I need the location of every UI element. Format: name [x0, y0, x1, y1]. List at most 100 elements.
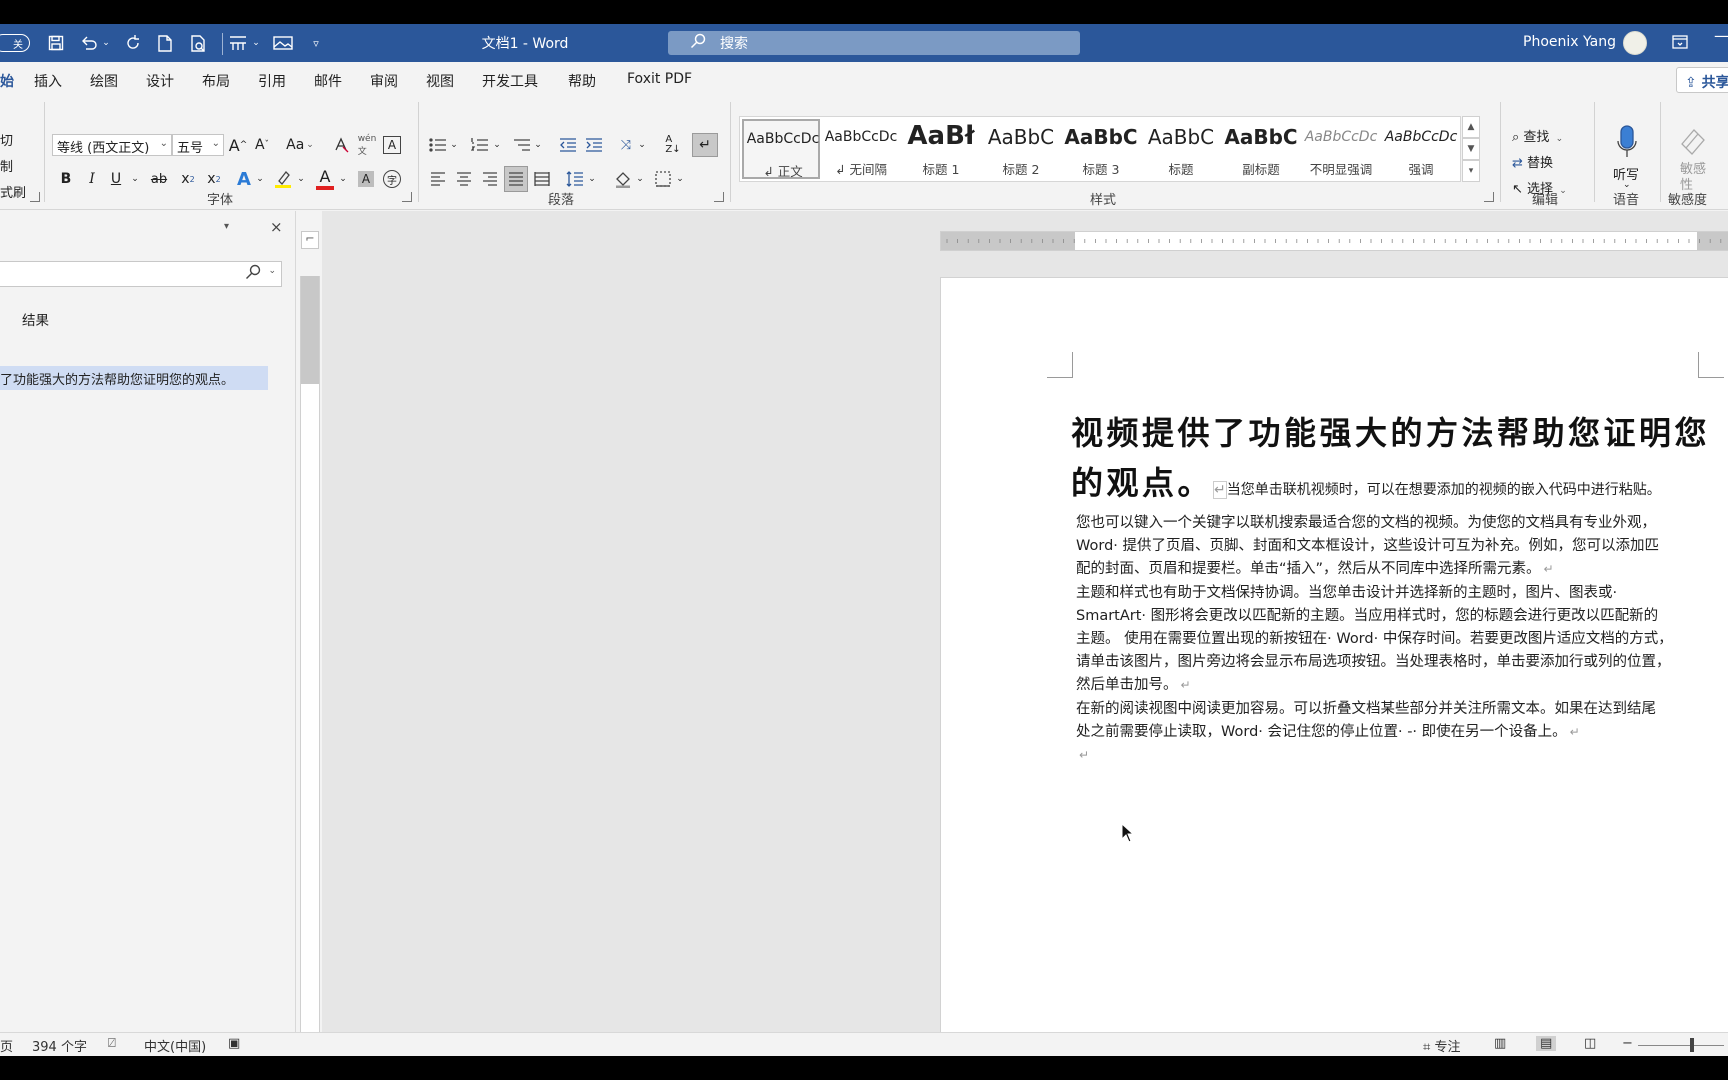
word-count[interactable]: 394 个字	[32, 1036, 87, 1055]
close-icon[interactable]: ×	[270, 218, 283, 236]
chinese-layout-dropdown-icon[interactable]: ⌄	[638, 134, 646, 156]
font-name-combo[interactable]: 等线 (西文正文) ⌄	[52, 134, 172, 156]
font-color-dropdown-icon[interactable]: ⌄	[338, 168, 348, 190]
tab-review[interactable]: 审阅	[370, 71, 398, 91]
align-left-icon[interactable]	[428, 168, 448, 190]
style-heading-3[interactable]: AaBbC 标题 3	[1062, 119, 1140, 179]
paragraph-launcher-icon[interactable]	[714, 192, 724, 202]
increase-indent-icon[interactable]	[584, 134, 604, 156]
italic-button[interactable]: I	[82, 168, 102, 190]
style-no-spacing[interactable]: AaBbCcDc ↲ 无间隔	[822, 119, 900, 179]
highlight-icon[interactable]	[272, 168, 294, 190]
distributed-icon[interactable]	[532, 168, 552, 190]
print-layout-icon[interactable]: ▤	[1536, 1036, 1557, 1051]
save-icon[interactable]	[46, 33, 66, 53]
zoom-slider-thumb[interactable]	[1690, 1038, 1694, 1052]
underline-button[interactable]: U	[106, 168, 126, 190]
focus-mode-button[interactable]: ⌗ 专注	[1423, 1036, 1460, 1055]
language-indicator[interactable]: 中文(中国)	[144, 1036, 206, 1055]
shading-dropdown-icon[interactable]: ⌄	[636, 168, 644, 190]
multilevel-dropdown-icon[interactable]: ⌄	[534, 134, 542, 156]
borders-dropdown-icon[interactable]: ⌄	[676, 168, 684, 190]
undo-icon[interactable]	[78, 33, 100, 53]
read-mode-icon[interactable]: ▥	[1494, 1036, 1506, 1051]
subscript-button[interactable]: x2	[178, 168, 198, 190]
find-button[interactable]: ⌕ 查找 ⌄	[1512, 126, 1563, 145]
line-spacing-dropdown-icon[interactable]: ⌄	[588, 168, 596, 190]
tab-draw[interactable]: 绘图	[90, 71, 118, 91]
customize-qat-icon[interactable]: ▿	[309, 33, 323, 53]
shrink-font-button[interactable]: Aˇ	[252, 134, 272, 156]
gallery-more-icon[interactable]: ▾	[1462, 160, 1480, 182]
navigation-search-input[interactable]: ⌄	[0, 261, 282, 287]
enclose-characters-icon[interactable]: 字	[383, 170, 401, 188]
tab-references[interactable]: 引用	[258, 71, 286, 91]
numbering-icon[interactable]	[470, 134, 490, 156]
tab-developer[interactable]: 开发工具	[482, 71, 538, 91]
underline-dropdown-icon[interactable]: ⌄	[130, 168, 140, 190]
line-spacing-icon[interactable]	[564, 168, 586, 190]
zoom-out-icon[interactable]: −	[1622, 1036, 1633, 1051]
text-effects-dropdown-icon[interactable]: ⌄	[255, 168, 265, 190]
style-emphasis[interactable]: AaBbCcDc 强调	[1382, 119, 1460, 179]
phonetic-guide-icon[interactable]: wén 文	[356, 134, 378, 157]
zoom-slider[interactable]	[1638, 1045, 1724, 1046]
table-dropdown-icon[interactable]: ⌄	[251, 33, 261, 53]
change-case-button[interactable]: Aa ⌄	[284, 134, 316, 156]
bold-button[interactable]: B	[56, 168, 76, 190]
show-formatting-marks-icon[interactable]: ↵	[692, 133, 718, 157]
tab-mailings[interactable]: 邮件	[314, 71, 342, 91]
autosave-toggle[interactable]: 关	[0, 34, 30, 52]
page-indicator[interactable]: 页	[0, 1036, 13, 1055]
highlight-dropdown-icon[interactable]: ⌄	[296, 168, 306, 190]
search-box[interactable]: 搜索	[668, 31, 1080, 55]
clear-formatting-icon[interactable]	[330, 134, 352, 156]
tab-view[interactable]: 视图	[426, 71, 454, 91]
style-subtle-emphasis[interactable]: AaBbCcDc 不明显强调	[1302, 119, 1380, 179]
grow-font-button[interactable]: A ^	[228, 134, 248, 156]
gallery-up-icon[interactable]: ▲	[1462, 116, 1480, 138]
shading-icon[interactable]	[612, 168, 634, 190]
font-color-icon[interactable]: A	[314, 166, 336, 190]
minimize-button[interactable]: —	[1714, 26, 1728, 45]
bullets-dropdown-icon[interactable]: ⌄	[450, 134, 458, 156]
tab-help[interactable]: 帮助	[568, 71, 596, 91]
character-shading-icon[interactable]: A	[358, 171, 374, 187]
font-size-combo[interactable]: 五号 ⌄	[172, 134, 224, 156]
gallery-down-icon[interactable]: ▼	[1462, 138, 1480, 160]
chevron-down-icon[interactable]: ⌄	[268, 266, 276, 276]
superscript-button[interactable]: x2	[204, 168, 224, 190]
picture-icon[interactable]	[272, 33, 294, 53]
tab-design[interactable]: 设计	[146, 71, 174, 91]
horizontal-ruler[interactable]	[940, 231, 1728, 251]
cut-button[interactable]: 切	[0, 130, 13, 149]
font-launcher-icon[interactable]	[402, 192, 412, 202]
redo-icon[interactable]	[122, 33, 144, 53]
numbering-dropdown-icon[interactable]: ⌄	[493, 134, 501, 156]
proofing-icon[interactable]: ⍁	[108, 1036, 116, 1051]
decrease-indent-icon[interactable]	[558, 134, 578, 156]
align-center-icon[interactable]	[454, 168, 474, 190]
tab-home[interactable]: 始	[0, 71, 14, 91]
microphone-icon[interactable]	[1612, 124, 1642, 160]
ribbon-display-options-icon[interactable]	[1672, 34, 1688, 53]
style-heading-1[interactable]: AaBł 标题 1	[902, 119, 980, 179]
style-title[interactable]: AaBbC 标题	[1142, 119, 1220, 179]
tab-foxit-pdf[interactable]: Foxit PDF	[627, 71, 692, 87]
strikethrough-button[interactable]: ab	[148, 168, 170, 190]
sort-icon[interactable]: A Z↓	[662, 134, 684, 156]
sensitivity-icon[interactable]	[1676, 124, 1710, 158]
document-body[interactable]: 您也可以键入一个关键字以联机搜索最适合您的文档的视频。为使您的文档具有专业外观，…	[1076, 512, 1716, 767]
share-button[interactable]: ⇪ 共享	[1676, 67, 1728, 93]
replace-button[interactable]: ⇄ 替换	[1512, 152, 1553, 171]
undo-dropdown-icon[interactable]: ⌄	[101, 33, 111, 53]
new-document-icon[interactable]	[156, 33, 174, 53]
document-page[interactable]: 视频提供了功能强大的方法帮助您证明您 的观点。↵当您单击联机视频时，可以在想要添…	[940, 277, 1728, 1056]
tab-insert[interactable]: 插入	[34, 71, 62, 91]
user-name[interactable]: Phoenix Yang	[1523, 34, 1616, 50]
format-painter-button[interactable]: 式刷	[0, 182, 26, 201]
web-layout-icon[interactable]: ◫	[1584, 1036, 1596, 1051]
accessibility-icon[interactable]: ▣	[228, 1036, 240, 1051]
align-right-icon[interactable]	[480, 168, 500, 190]
style-heading-2[interactable]: AaBbC 标题 2	[982, 119, 1060, 179]
